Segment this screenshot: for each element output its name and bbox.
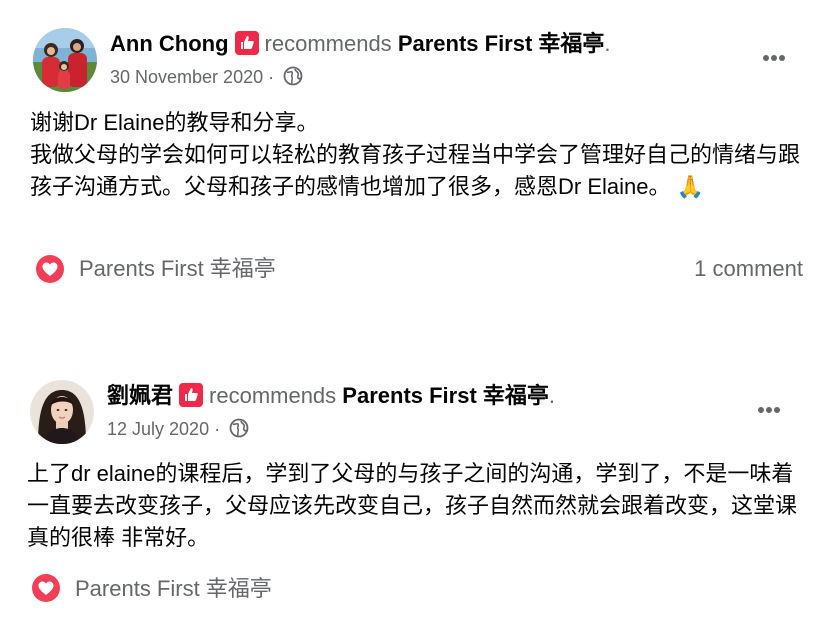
more-options-button[interactable]	[749, 398, 789, 422]
avatar[interactable]	[30, 380, 94, 444]
page-link[interactable]: Parents First 幸福亭	[398, 31, 605, 56]
post-body: 上了dr elaine的课程后，学到了父母的与孩子之间的沟通，学到了，不是一味着…	[27, 461, 798, 550]
footer-page-link[interactable]: Parents First 幸福亭	[79, 252, 276, 286]
avatar-photo	[30, 380, 94, 444]
post-footer: Parents First 幸福亭	[0, 572, 817, 606]
action-text: recommends	[209, 383, 337, 408]
more-dots-icon	[758, 407, 780, 413]
action-text: recommends	[264, 31, 392, 56]
post-meta: 30 November 2020 ·	[110, 66, 303, 91]
comment-count[interactable]: 1 comment	[694, 252, 803, 286]
post-body: 谢谢Dr Elaine的教导和分享。 我做父母的学会如何可以轻松的教育孩子过程当…	[30, 110, 801, 199]
review-post: Ann Chong recommends Parents First 幸福亭. 3…	[0, 0, 817, 300]
post-meta: 12 July 2020 ·	[107, 418, 249, 443]
avatar[interactable]	[33, 28, 97, 92]
review-post: 劉姵君 recommends Parents First 幸福亭. 12 July…	[0, 360, 817, 624]
meta-separator: ·	[209, 419, 226, 439]
footer-page-link[interactable]: Parents First 幸福亭	[75, 572, 272, 606]
meta-separator: ·	[263, 67, 280, 87]
heart-icon[interactable]	[35, 254, 65, 284]
globe-icon	[229, 418, 249, 443]
post-header: 劉姵君 recommends Parents First 幸福亭.	[107, 382, 555, 410]
post-date[interactable]: 12 July 2020	[107, 419, 209, 439]
more-options-button[interactable]	[754, 46, 794, 70]
globe-icon	[283, 66, 303, 91]
recommend-badge-icon	[234, 31, 259, 55]
avatar-photo	[33, 28, 97, 92]
header-period: .	[548, 383, 556, 408]
page-link[interactable]: Parents First 幸福亭	[342, 383, 549, 408]
author-name[interactable]: 劉姵君	[107, 383, 173, 408]
more-dots-icon	[763, 55, 785, 61]
post-footer: Parents First 幸福亭 1 comment	[0, 252, 817, 286]
heart-icon[interactable]	[31, 573, 61, 603]
header-period: .	[604, 31, 611, 56]
post-header: Ann Chong recommends Parents First 幸福亭.	[110, 30, 611, 58]
recommend-badge-icon	[179, 383, 204, 407]
post-date[interactable]: 30 November 2020	[110, 67, 263, 87]
author-name[interactable]: Ann Chong	[110, 31, 229, 56]
